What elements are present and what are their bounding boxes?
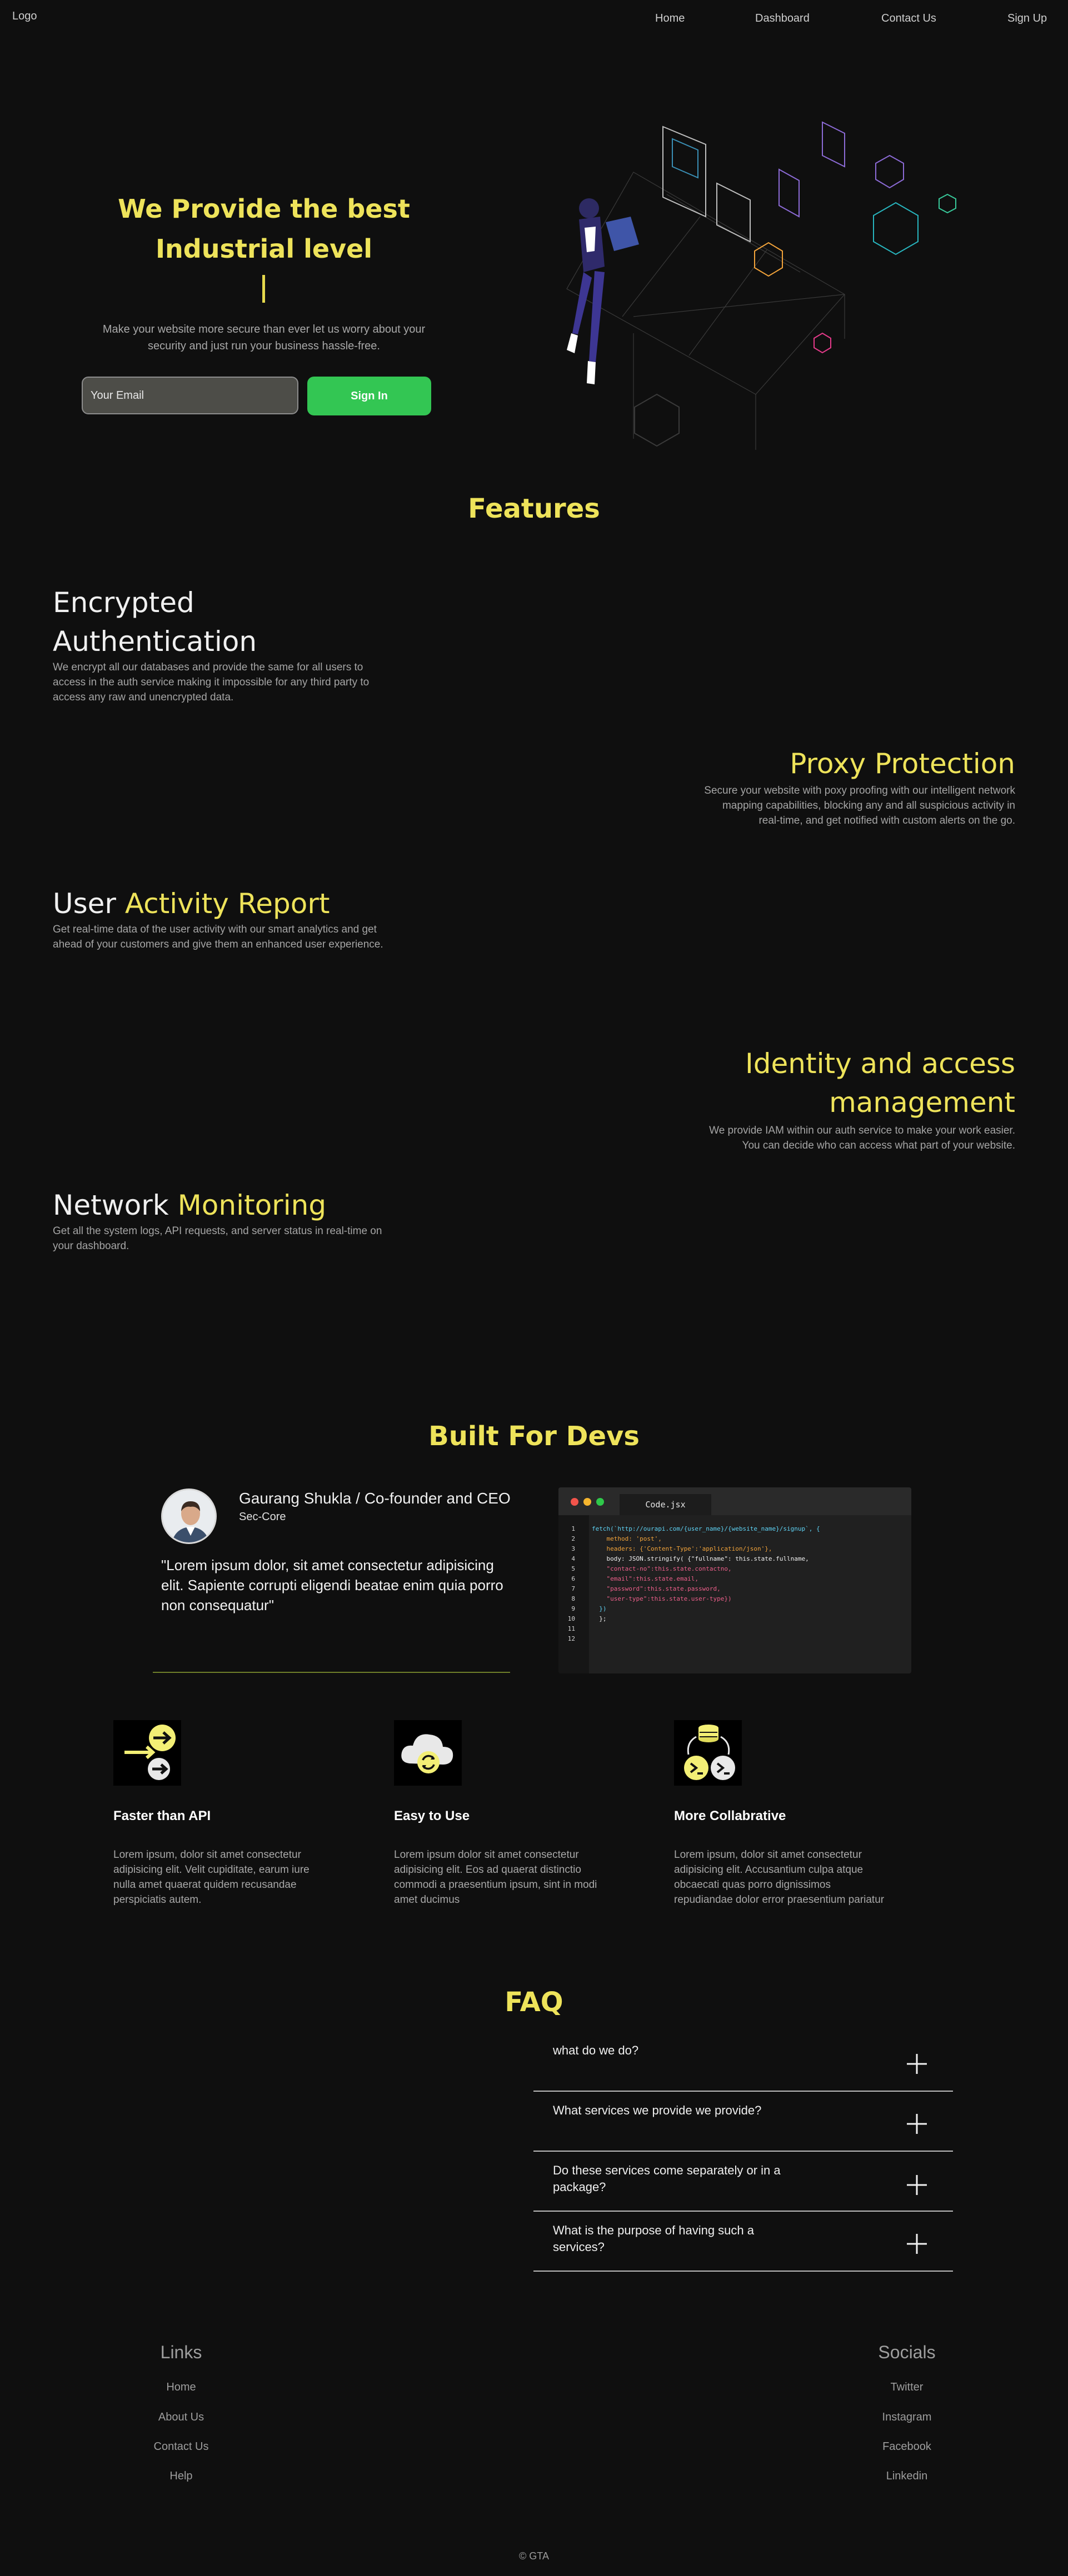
feature-title-encrypted-auth: Encrypted Authentication — [53, 587, 257, 658]
plus-icon[interactable] — [906, 2233, 928, 2255]
feature-title-network-plain: Network — [53, 1189, 178, 1221]
maximize-dot — [596, 1498, 604, 1506]
nav-home-link[interactable]: Home — [655, 12, 685, 25]
footer-social-facebook[interactable]: Facebook — [851, 2440, 962, 2453]
footer-socials-title: Socials — [878, 2342, 936, 2362]
hero-title-line1: We Provide the best — [118, 194, 410, 224]
nav-signup-link[interactable]: Sign Up — [1007, 12, 1047, 25]
footer-link-help[interactable]: Help — [126, 2470, 237, 2483]
code-tab[interactable]: Code.jsx — [620, 1494, 711, 1515]
dev-name: Gaurang Shukla / Co-founder and CEO — [239, 1490, 511, 1507]
faq-divider — [533, 2091, 953, 2092]
plus-icon[interactable] — [906, 2113, 928, 2135]
code-line: 3 headers: {'Content-Type':'application/… — [571, 1545, 772, 1552]
divider — [153, 1672, 510, 1673]
faq-divider — [533, 2271, 953, 2272]
footer-link-contact[interactable]: Contact Us — [126, 2440, 237, 2453]
code-line: 12 — [567, 1635, 575, 1642]
feature-desc-activity: Get real-time data of the user activity … — [53, 924, 383, 950]
feature-title-activity-plain: User — [53, 888, 125, 920]
feature-title-activity-highlight: Activity Report — [124, 888, 330, 920]
security-illustration — [566, 121, 956, 450]
hero-subtitle: Make your website more secure than ever … — [102, 323, 426, 352]
footer-social-linkedin[interactable]: Linkedin — [851, 2470, 962, 2483]
faq-question-3[interactable]: Do these services come separately or in … — [553, 2162, 797, 2196]
code-block: 1 fetch(`http://ourapi.com/{user_name}/{w… — [558, 1524, 911, 1644]
code-line: 11 — [567, 1625, 575, 1632]
code-line: 7 "password":this.state.password, — [571, 1585, 721, 1592]
code-line: 1 fetch(`http://ourapi.com/{user_name}/{w… — [571, 1525, 820, 1532]
feature-easy-desc: Lorem ipsum dolor sit amet consectetur a… — [394, 1849, 597, 1906]
devs-title: Built For Devs — [428, 1421, 640, 1452]
dev-role: Sec-Core — [239, 1511, 286, 1523]
feature-faster-desc: Lorem ipsum, dolor sit amet consectetur … — [113, 1849, 310, 1906]
feature-title-iam: Identity and access management — [682, 1044, 1015, 1122]
copyright: © GTA — [519, 2550, 549, 2562]
feature-faster-title: Faster than API — [113, 1808, 211, 1823]
footer-link-about[interactable]: About Us — [126, 2411, 237, 2424]
faq-divider — [533, 2151, 953, 2152]
features-title: Features — [468, 493, 600, 524]
email-input[interactable] — [82, 377, 298, 414]
feature-title-proxy: Proxy Protection — [682, 744, 1015, 783]
feature-collab-desc: Lorem ipsum, dolor sit amet consectetur … — [674, 1849, 885, 1906]
code-line: 6 "email":this.state.email, — [571, 1575, 699, 1582]
footer-social-twitter[interactable]: Twitter — [851, 2381, 962, 2394]
feature-title-iam-line1: Identity and access — [745, 1048, 1015, 1080]
logo[interactable]: Logo — [12, 10, 37, 23]
code-line: 10 }; — [567, 1615, 607, 1622]
code-line: 5 "contact-no":this.state.contactno, — [571, 1565, 732, 1572]
footer-links-title: Links — [160, 2342, 202, 2362]
code-line: 4 body: JSON.stringify( {"fullname": thi… — [571, 1555, 809, 1562]
plus-icon[interactable] — [906, 2053, 928, 2075]
close-dot — [571, 1498, 578, 1506]
cloud-sync-icon — [394, 1720, 462, 1786]
feature-desc-encrypted-auth: We encrypt all our databases and provide… — [53, 661, 370, 703]
hero-title-line2: Industrial level — [155, 234, 373, 264]
nav-dashboard-link[interactable]: Dashboard — [755, 12, 810, 25]
feature-title-network-highlight: Monitoring — [177, 1189, 327, 1221]
arrows-icon — [113, 1720, 181, 1786]
faq-title: FAQ — [505, 1987, 563, 2018]
faq-divider — [533, 2211, 953, 2212]
hero-title: We Provide the best Industrial level — [78, 189, 450, 269]
testimonial-quote: "Lorem ipsum dolor, sit amet consectetur… — [161, 1557, 503, 1613]
signin-button[interactable]: Sign In — [307, 377, 431, 415]
footer-link-home[interactable]: Home — [126, 2381, 237, 2394]
typing-cursor — [262, 275, 265, 303]
nav-contact-link[interactable]: Contact Us — [881, 12, 936, 25]
faq-question-2[interactable]: What services we provide we provide? — [553, 2102, 797, 2119]
footer-social-instagram[interactable]: Instagram — [851, 2411, 962, 2424]
feature-title-proxy-text: Proxy Protection — [790, 748, 1015, 780]
code-window-titlebar: Code.jsx — [558, 1487, 911, 1515]
plus-icon[interactable] — [906, 2174, 928, 2196]
avatar — [161, 1489, 217, 1544]
feature-title-activity: User Activity Report — [53, 884, 442, 923]
code-line: 8 "user-type":this.state.user-type}) — [571, 1595, 732, 1602]
feature-desc-network: Get all the system logs, API requests, a… — [53, 1225, 382, 1252]
code-window: Code.jsx 1 fetch(`http://ourapi.com/{user… — [558, 1487, 911, 1673]
feature-easy-title: Easy to Use — [394, 1808, 470, 1823]
feature-title-iam-line2: management — [829, 1086, 1015, 1119]
feature-desc-proxy: Secure your website with poxy proofing w… — [704, 785, 1015, 826]
feature-title-network: Network Monitoring — [53, 1186, 442, 1225]
code-line: 9 }) — [571, 1605, 607, 1612]
faq-question-1[interactable]: what do we do? — [553, 2042, 797, 2059]
faq-question-4[interactable]: What is the purpose of having such a ser… — [553, 2222, 797, 2256]
database-terminal-icon — [674, 1720, 742, 1786]
minimize-dot — [583, 1498, 591, 1506]
feature-collab-title: More Collabrative — [674, 1808, 786, 1823]
code-line: 2 method: 'post', — [571, 1535, 662, 1542]
feature-desc-iam: We provide IAM within our auth service t… — [709, 1125, 1015, 1151]
